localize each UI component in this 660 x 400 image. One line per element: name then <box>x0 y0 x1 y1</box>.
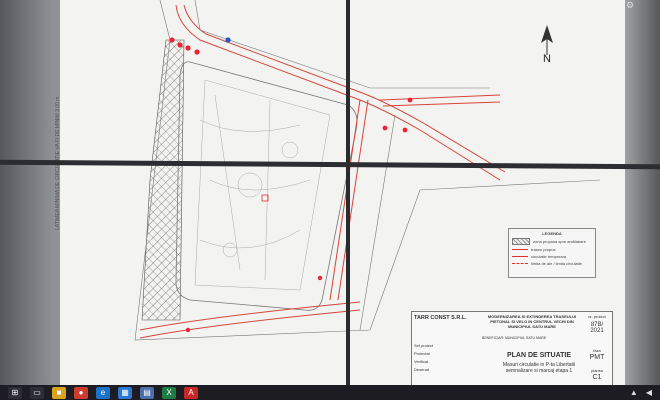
beneficiary: BENEFICIAR: MUNICIPIUL SATU MARE <box>482 336 547 340</box>
screen-bezel-vertical <box>346 0 350 385</box>
store-icon[interactable]: ▦ <box>118 386 132 399</box>
plan-title: PLAN DE SITUATIE <box>506 352 572 359</box>
north-arrow-icon <box>541 25 553 55</box>
system-tray: ▲ ◀ <box>630 388 652 397</box>
legend-item: circulatie temporara <box>512 254 592 259</box>
line-swatch <box>512 263 528 264</box>
settings-icon[interactable]: ⚙ <box>626 0 640 12</box>
title-block: TARR CONST S.R.L. MODERNIZAREA SI EXTIND… <box>411 311 613 387</box>
project-title: MODERNIZAREA SI EXTINDEREA TRASEULUI PIE… <box>487 314 577 329</box>
line-swatch <box>512 256 528 257</box>
taskbar: ⊞ ▭ ■ ● e ▦ ▤ X A ▲ ◀ <box>0 385 660 400</box>
phase-label: faza <box>593 348 601 353</box>
legend-label: traseu propus <box>531 247 556 252</box>
line-swatch <box>512 249 528 250</box>
project-number-label: nr. proiect <box>588 314 606 319</box>
square-outline <box>175 61 358 311</box>
street-outlines <box>134 0 601 341</box>
phase-value: PMT <box>589 354 605 361</box>
roles-list: Sef proiect Proiectat Verificat Desenat <box>414 342 474 374</box>
legend-item: limita de ale / limita circulatie <box>512 261 592 266</box>
legend-item: zona propusa spre amfilabare <box>512 238 592 245</box>
legend-item: traseu propus <box>512 247 592 252</box>
company-name: TARR CONST S.R.L. <box>414 315 467 321</box>
traffic-routes <box>139 4 506 339</box>
role-label: Proiectat <box>414 351 430 356</box>
sheet-value: C1 <box>592 374 602 381</box>
app-icon[interactable]: ▤ <box>140 386 154 399</box>
legend-box: LEGENDA zona propusa spre amfilabare tra… <box>508 228 596 278</box>
side-note: LATIMEA MINIMA DE CIRCULATIE VA FI DE MI… <box>55 70 61 230</box>
role-label: Verificat <box>414 359 429 364</box>
project-number: 87B/ 2021 <box>590 322 604 334</box>
plan-description: Masuri circulatie in P-ta Libertatii sem… <box>502 362 576 374</box>
pdf-icon[interactable]: A <box>184 386 198 399</box>
north-label: N <box>543 53 551 65</box>
north-arrow: N <box>537 25 557 73</box>
legend-label: circulatie temporara <box>531 254 567 259</box>
chrome-icon[interactable]: ● <box>74 386 88 399</box>
network-icon[interactable]: ▲ <box>630 388 638 397</box>
file-explorer-icon[interactable]: ■ <box>52 386 66 399</box>
traffic-signs <box>169 37 413 333</box>
legend-label: limita de ale / limita circulatie <box>531 261 582 266</box>
excel-icon[interactable]: X <box>162 386 176 399</box>
sheet-label: plansa <box>591 368 603 373</box>
legend-label: zona propusa spre amfilabare <box>533 239 586 244</box>
legend-title: LEGENDA <box>542 231 562 236</box>
role-label: Desenat <box>414 367 429 372</box>
start-icon[interactable]: ⊞ <box>8 386 22 399</box>
role-label: Sef proiect <box>414 343 434 348</box>
edge-icon[interactable]: e <box>96 386 110 399</box>
park-paths <box>199 94 311 281</box>
hatch-swatch <box>512 238 530 245</box>
task-view-icon[interactable]: ▭ <box>30 386 44 399</box>
volume-icon[interactable]: ◀ <box>646 388 652 397</box>
